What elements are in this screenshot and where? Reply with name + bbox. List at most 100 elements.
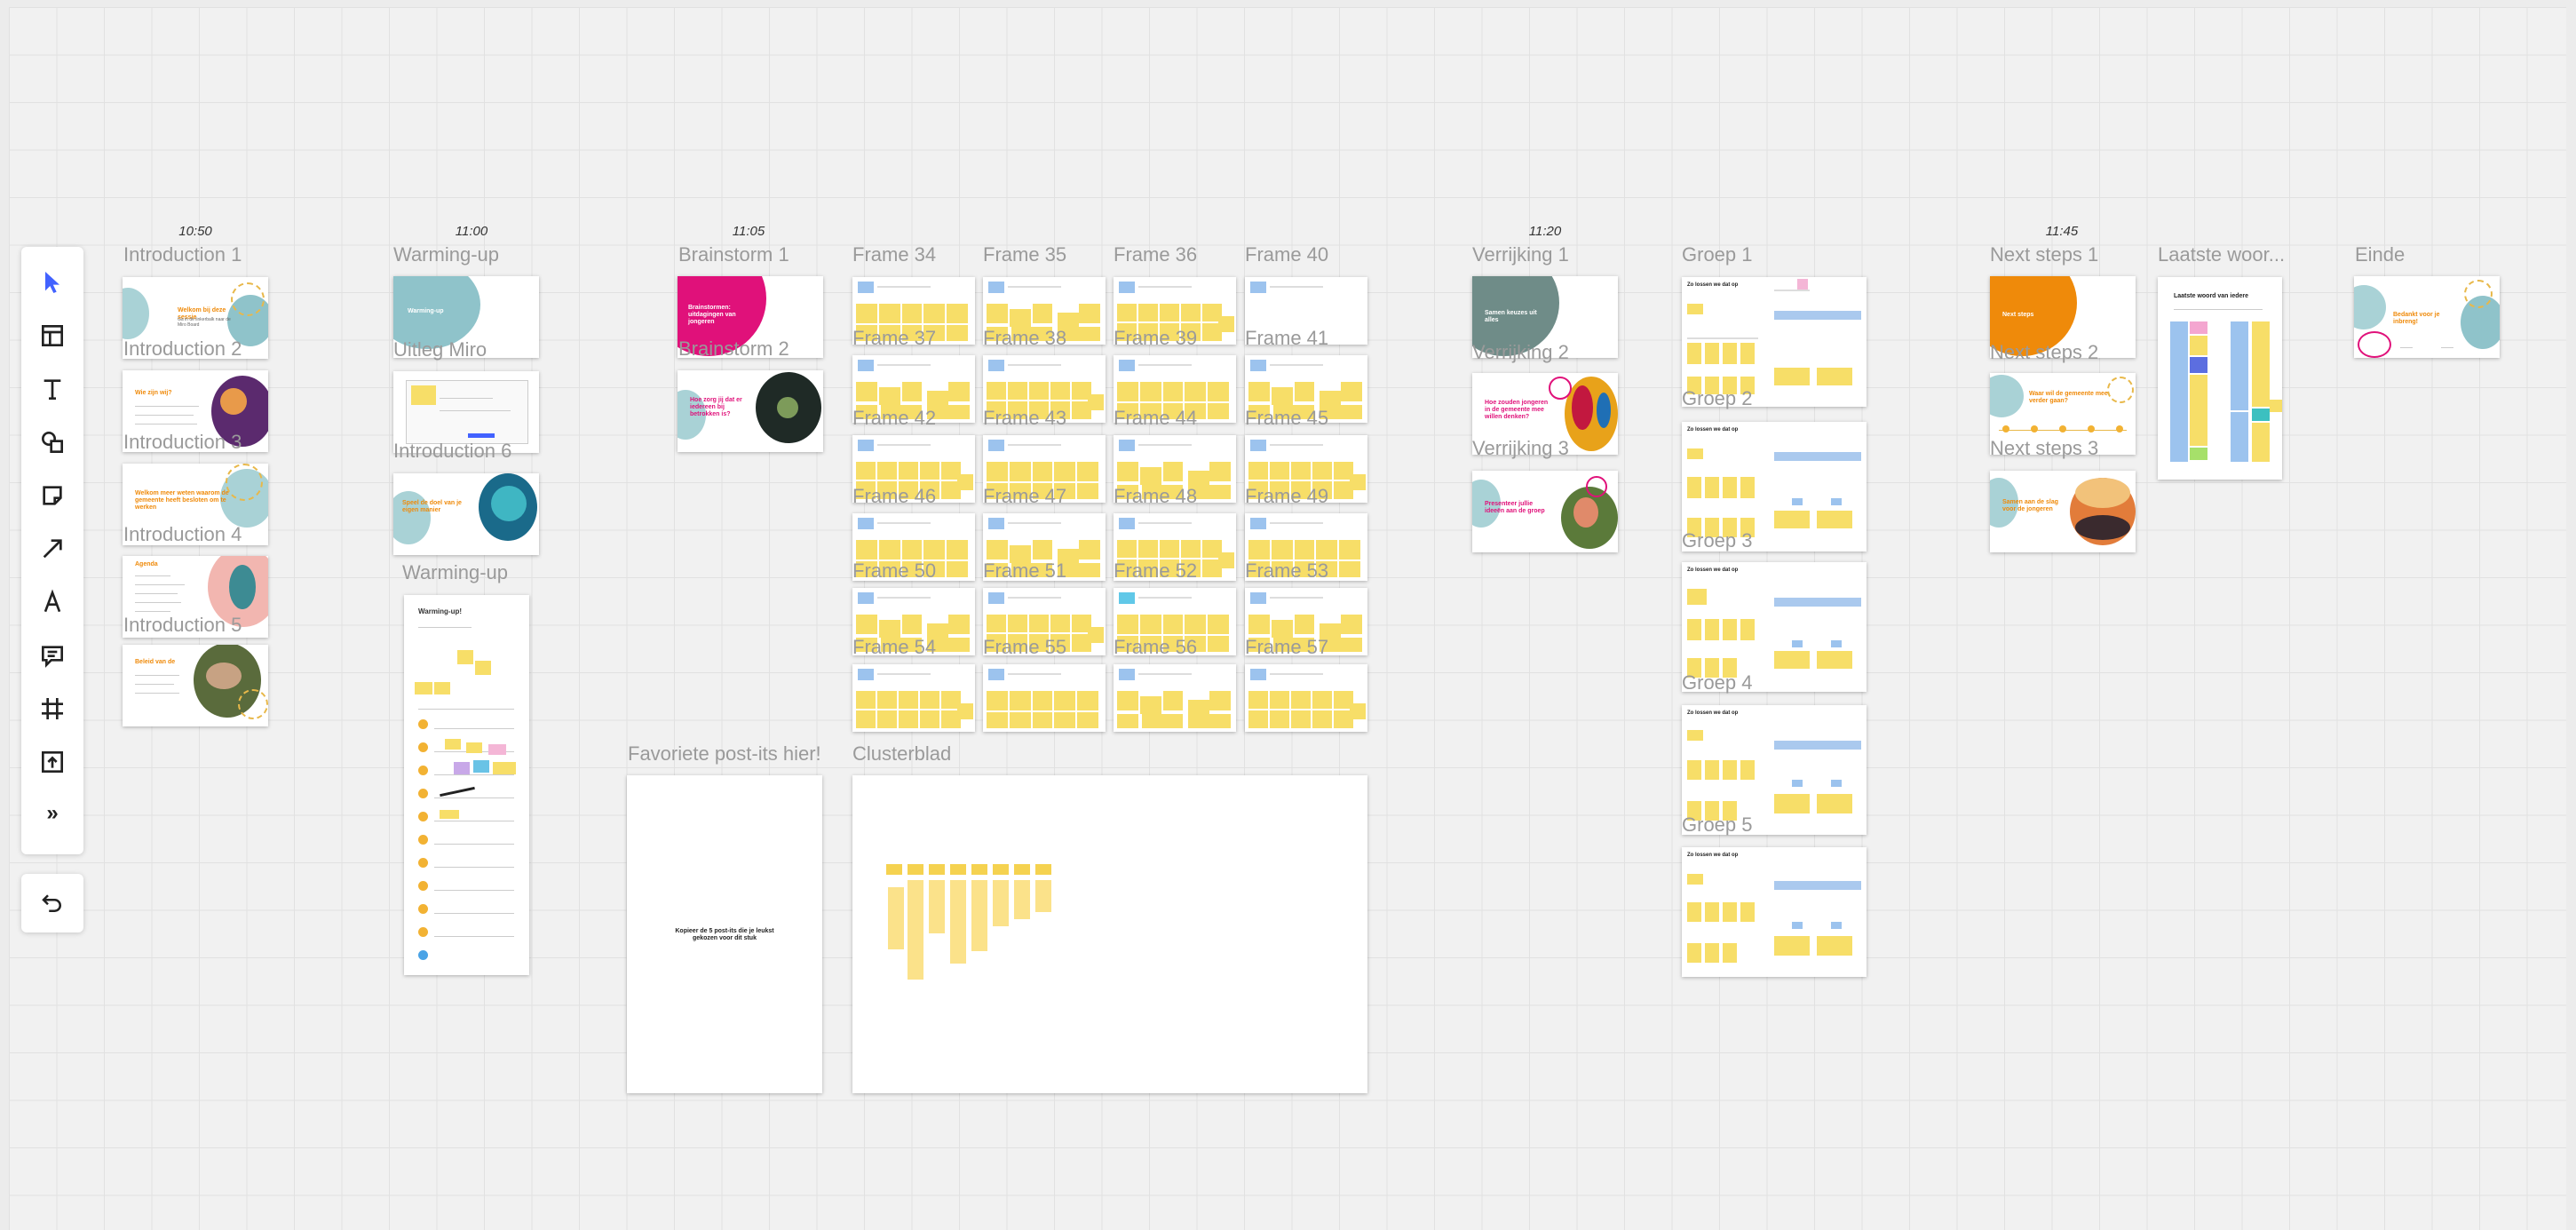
sticky-note[interactable] [1117,714,1138,728]
sticky-note[interactable] [1687,730,1703,741]
frame-label-grid[interactable]: Frame 47 [983,487,1066,506]
sticky-note[interactable] [1723,902,1737,922]
sticky-note[interactable] [1209,462,1231,481]
sticky-note[interactable] [1077,712,1098,728]
sticky-note[interactable] [1185,382,1206,401]
sticky-note[interactable] [1774,511,1810,528]
sticky-note[interactable] [475,661,491,675]
sticky-note[interactable] [987,462,1008,481]
sticky-note[interactable] [1079,327,1100,341]
sticky-note[interactable] [1185,615,1206,634]
sticky-note[interactable] [1295,382,1314,401]
sticky-note[interactable] [1740,477,1755,498]
sticky-note[interactable] [1705,943,1719,963]
frame-laatste-woord[interactable]: Laatste woord van iedere [2158,277,2282,480]
question-note[interactable] [1250,282,1266,293]
sticky-stack[interactable] [908,880,923,980]
templates-tool[interactable] [21,311,83,361]
sticky-note[interactable] [902,382,922,401]
sticky-note[interactable] [1208,615,1229,634]
more-tools[interactable]: » [21,789,83,838]
sticky-note[interactable] [1248,540,1270,559]
frame-label-grid[interactable]: Frame 43 [983,409,1066,428]
sticky-note[interactable] [1033,304,1052,323]
sticky-note[interactable] [1209,714,1231,728]
sticky-note[interactable] [987,540,1008,559]
question-note[interactable] [858,360,874,371]
frame-label-next-steps-3[interactable]: Next steps 3 [1990,439,2098,458]
comment-tool[interactable] [21,631,83,680]
sticky-note[interactable] [923,304,945,323]
frame-label-grid[interactable]: Frame 36 [1114,245,1197,265]
sticky-note[interactable] [434,682,450,694]
sticky-note[interactable] [920,710,939,728]
frame-introduction-6[interactable]: Speel de doel van je eigen manier [393,473,539,555]
frame-label-groep-4[interactable]: Groep 4 [1682,673,1753,693]
frame-label-groep-2[interactable]: Groep 2 [1682,389,1753,409]
frame-label-next-steps-2[interactable]: Next steps 2 [1990,343,2098,362]
sticky-note[interactable] [1774,794,1810,813]
frame-label-grid[interactable]: Frame 34 [852,245,936,265]
sticky-note-blue[interactable] [1831,498,1842,505]
sticky-note-pink[interactable] [1797,279,1808,290]
sticky-note[interactable] [856,691,876,709]
question-note[interactable] [988,360,1004,371]
frame-label-grid[interactable]: Frame 49 [1245,487,1328,506]
frame-label-grid[interactable]: Frame 37 [852,329,936,348]
sticky-note-blue[interactable] [1792,640,1803,647]
sticky-note[interactable] [1209,485,1231,499]
frame-frame-54[interactable] [852,664,975,732]
sticky-note[interactable] [1050,382,1070,400]
sticky-note-blue[interactable] [1831,922,1842,929]
sticky-note[interactable] [1350,474,1366,490]
sticky-stack[interactable] [929,880,945,933]
sticky-note[interactable] [1163,714,1183,728]
frame-label-next-steps-1[interactable]: Next steps 1 [1990,245,2098,265]
sticky-note[interactable] [1817,651,1852,669]
frame-label-grid[interactable]: Frame 52 [1114,561,1197,581]
sticky-note[interactable] [1687,343,1701,364]
question-note[interactable] [858,440,874,451]
frame-next-steps-3[interactable]: Samen aan de slag voor de jongeren [1990,471,2136,552]
sticky-note[interactable] [1705,343,1719,364]
sticky-note[interactable] [1117,382,1138,401]
sticky-note[interactable] [1248,462,1268,480]
frame-groep-5[interactable]: Zo lossen we dat op [1682,847,1867,977]
shapes-tool[interactable] [21,417,83,467]
question-note[interactable] [988,518,1004,529]
frame-label-verrijking-3[interactable]: Verrijking 3 [1472,439,1569,458]
frame-label-grid[interactable]: Frame 48 [1114,487,1197,506]
sticky-column-yellow[interactable] [2252,321,2270,407]
select-tool[interactable] [21,258,83,307]
sticky-note[interactable] [1774,936,1810,956]
text-tool[interactable] [21,364,83,414]
sticky-note[interactable] [1079,563,1100,577]
sticky-column-blue[interactable] [2231,321,2248,410]
frame-label-grid[interactable]: Frame 35 [983,245,1066,265]
sticky-note[interactable] [1817,794,1852,813]
question-note[interactable] [988,669,1004,680]
sticky-note[interactable] [1163,462,1183,481]
frame-label-grid[interactable]: Frame 54 [852,638,936,657]
question-note[interactable] [1119,282,1135,293]
sticky-note[interactable] [1270,710,1289,728]
frame-label-introduction-6[interactable]: Introduction 6 [393,441,511,461]
frame-label-introduction-5[interactable]: Introduction 5 [123,615,242,635]
frame-frame-56[interactable] [1114,664,1236,732]
sticky-note[interactable] [1054,712,1075,728]
sticky-note[interactable] [2270,400,2282,412]
sticky-note[interactable] [1088,394,1104,410]
sticky-note[interactable] [987,691,1008,710]
sticky-note[interactable] [1705,902,1719,922]
arrow-tool[interactable] [21,524,83,574]
sticky-note[interactable] [947,325,968,341]
sticky-note[interactable] [899,710,918,728]
sticky-note-blue[interactable] [1831,640,1842,647]
sticky-note[interactable] [1687,477,1701,498]
frame-favoriete[interactable]: Kopieer de 5 post-its die je leukst geko… [627,775,822,1093]
sticky-note[interactable] [1138,540,1158,558]
sticky-note[interactable] [1687,619,1701,640]
sticky-note-blue[interactable] [1831,780,1842,787]
sticky-stack[interactable] [1035,880,1051,912]
sticky-note[interactable] [1054,691,1075,710]
